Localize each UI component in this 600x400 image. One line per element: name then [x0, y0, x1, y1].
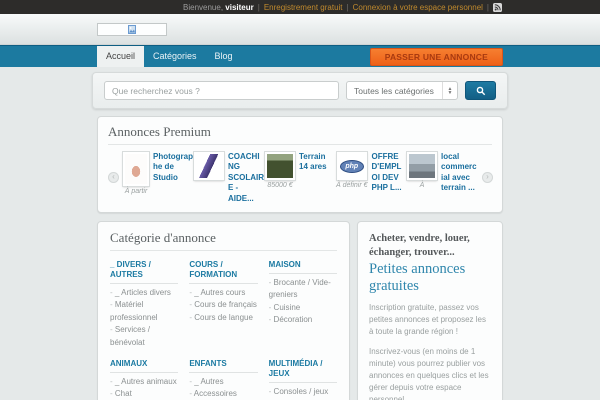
- premium-title: Annonces Premium: [108, 124, 492, 145]
- separator: |: [486, 2, 489, 12]
- columns: Catégorie d'annonce _ DIVERS / AUTRES _ …: [97, 220, 503, 400]
- intro-title: Petites annonces gratuites: [369, 261, 466, 295]
- category-link[interactable]: _ Autres: [189, 376, 257, 388]
- intro-paragraph: Inscription gratuite, passez vos petites…: [369, 303, 486, 337]
- site-header: [0, 14, 600, 45]
- premium-ad-price: À: [419, 182, 425, 189]
- category-group: ANIMAUX _ Autres animaux Chat Chien: [110, 359, 179, 400]
- php-logo: php: [339, 159, 364, 173]
- premium-items: À partir Photographe de Studio COACHING …: [122, 151, 478, 204]
- premium-ad[interactable]: À partir Photographe de Studio: [122, 151, 194, 204]
- premium-ad-price: 85000 €: [267, 182, 293, 189]
- carousel-next-icon[interactable]: ›: [482, 172, 493, 184]
- categories-title: Catégorie d'annonce: [110, 230, 337, 251]
- premium-carousel: ‹ À partir Photographe de Studio COACHIN…: [108, 151, 493, 204]
- category-link[interactable]: Cours de langue: [189, 312, 257, 324]
- topbar: Bienvenue, visiteur | Enregistrement gra…: [0, 0, 600, 14]
- category-group-link[interactable]: MAISON: [268, 260, 337, 274]
- category-links: Consoles / jeux vidéo Ordinateur / écran…: [269, 386, 337, 400]
- category-links: _ Autres animaux Chat Chien: [110, 376, 178, 400]
- categories-grid: _ DIVERS / AUTRES _ Articles divers Maté…: [110, 260, 337, 400]
- category-link[interactable]: _ Autres cours: [189, 287, 257, 299]
- premium-ad-title[interactable]: Photographe de Studio: [153, 152, 193, 204]
- magnifier-icon: [476, 86, 485, 95]
- category-links: _ Autres Accessoires Baby sitting: [189, 376, 257, 400]
- topbar-link[interactable]: Connexion à votre espace personnel: [353, 3, 483, 12]
- category-link[interactable]: Matériel professionnel: [110, 299, 178, 324]
- premium-section: Annonces Premium ‹ À partir Photographe …: [97, 116, 503, 213]
- premium-ad-title[interactable]: COACHING SCOLAIRE - AIDE...: [228, 152, 265, 204]
- category-link[interactable]: Cours de français: [189, 299, 257, 311]
- nav-tabs: Accueil Catégories Blog: [97, 46, 242, 67]
- search-band: Toutes les catégories ▲▼: [0, 67, 600, 109]
- category-link[interactable]: Décoration: [269, 314, 337, 326]
- premium-ad[interactable]: php À définir € OFFRE D'EMPLOI DEV PHP L…: [335, 151, 407, 204]
- category-group-link[interactable]: ANIMAUX: [110, 359, 179, 373]
- topbar-link[interactable]: Enregistrement gratuit: [264, 3, 343, 12]
- category-select-value: Toutes les catégories: [354, 85, 434, 96]
- premium-ad-thumbnail: [264, 151, 296, 181]
- category-link[interactable]: _ Articles divers: [110, 287, 178, 299]
- intro-paragraphs: Inscription gratuite, passez vos petites…: [369, 302, 491, 400]
- category-select[interactable]: Toutes les catégories ▲ ▼: [346, 81, 458, 100]
- search-input[interactable]: [104, 81, 339, 100]
- premium-ad[interactable]: À local commercial avec terrain ...: [406, 151, 478, 204]
- category-links: _ Articles divers Matériel professionnel…: [110, 287, 178, 349]
- main-nav: Accueil Catégories Blog PASSER UNE ANNON…: [0, 45, 600, 67]
- category-group: COURS / FORMATION _ Autres cours Cours d…: [189, 260, 258, 349]
- intro-box: Acheter, vendre, louer, échanger, trouve…: [357, 220, 503, 400]
- premium-ad-title[interactable]: OFFRE D'EMPLOI DEV PHP L...: [372, 152, 407, 204]
- category-group-link[interactable]: MULTIMÉDIA / JEUX: [268, 359, 337, 383]
- category-group-link[interactable]: COURS / FORMATION: [189, 260, 258, 284]
- category-link[interactable]: _ Autres animaux: [110, 376, 178, 388]
- premium-ad-price: À partir: [124, 188, 148, 195]
- username: visiteur: [225, 2, 254, 12]
- broken-image-icon: [128, 24, 136, 34]
- welcome-text: Bienvenue, visiteur: [183, 2, 254, 12]
- premium-ad-thumbnail: [193, 151, 225, 181]
- premium-ad-thumbnail: [122, 151, 150, 187]
- category-link[interactable]: Chat: [110, 388, 178, 400]
- categories-section: Catégorie d'annonce _ DIVERS / AUTRES _ …: [97, 220, 350, 400]
- premium-ad-thumbnail: php: [335, 151, 368, 181]
- premium-ad-price: À définir €: [336, 182, 368, 189]
- topbar-links: | Enregistrement gratuit | Connexion à v…: [258, 3, 483, 12]
- content: Annonces Premium ‹ À partir Photographe …: [97, 116, 503, 400]
- premium-ad[interactable]: 85000 € Terrain 14 ares: [264, 151, 336, 204]
- category-group: MULTIMÉDIA / JEUX Consoles / jeux vidéo …: [268, 359, 337, 400]
- nav-tab[interactable]: Blog: [206, 46, 242, 67]
- rss-icon[interactable]: [493, 2, 502, 12]
- category-links: Brocante / Vide-greniers Cuisine Décorat…: [269, 277, 337, 327]
- premium-ad[interactable]: COACHING SCOLAIRE - AIDE...: [193, 151, 265, 204]
- post-ad-button[interactable]: PASSER UNE ANNONCE: [369, 47, 503, 66]
- category-group-link[interactable]: _ DIVERS / AUTRES: [110, 260, 179, 284]
- category-link[interactable]: Services / bénévolat: [110, 324, 178, 349]
- category-group: ENFANTS _ Autres Accessoires Baby sittin…: [189, 359, 258, 400]
- site-logo[interactable]: [97, 22, 167, 36]
- category-link[interactable]: Cuisine: [269, 302, 337, 314]
- intro-heading: Acheter, vendre, louer, échanger, trouve…: [369, 232, 470, 258]
- main-search-bar: Toutes les catégories ▲▼: [92, 72, 508, 109]
- category-link[interactable]: Accessoires: [189, 388, 257, 400]
- sidebar: Acheter, vendre, louer, échanger, trouve…: [357, 220, 503, 400]
- search-button[interactable]: [465, 81, 496, 100]
- category-links: _ Autres cours Cours de français Cours d…: [189, 287, 257, 324]
- category-group: MAISON Brocante / Vide-greniers Cuisine …: [268, 260, 337, 349]
- select-stepper-icon: ▲ ▼: [442, 82, 457, 99]
- premium-ad-title[interactable]: Terrain 14 ares: [299, 152, 336, 204]
- intro-paragraph: Inscrivez-vous (en moins de 1 minute) vo…: [369, 347, 489, 400]
- category-link[interactable]: Consoles / jeux vidéo: [269, 386, 337, 400]
- separator: |: [257, 2, 260, 12]
- carousel-prev-icon[interactable]: ‹: [108, 172, 119, 184]
- separator: |: [346, 2, 349, 12]
- category-link[interactable]: Brocante / Vide-greniers: [269, 277, 337, 302]
- premium-ad-thumbnail: [406, 151, 438, 181]
- category-group: _ DIVERS / AUTRES _ Articles divers Maté…: [110, 260, 179, 349]
- category-group-link[interactable]: ENFANTS: [189, 359, 258, 373]
- premium-ad-title[interactable]: local commercial avec terrain ...: [441, 152, 478, 204]
- nav-tab[interactable]: Catégories: [144, 46, 206, 67]
- nav-tab[interactable]: Accueil: [97, 46, 145, 67]
